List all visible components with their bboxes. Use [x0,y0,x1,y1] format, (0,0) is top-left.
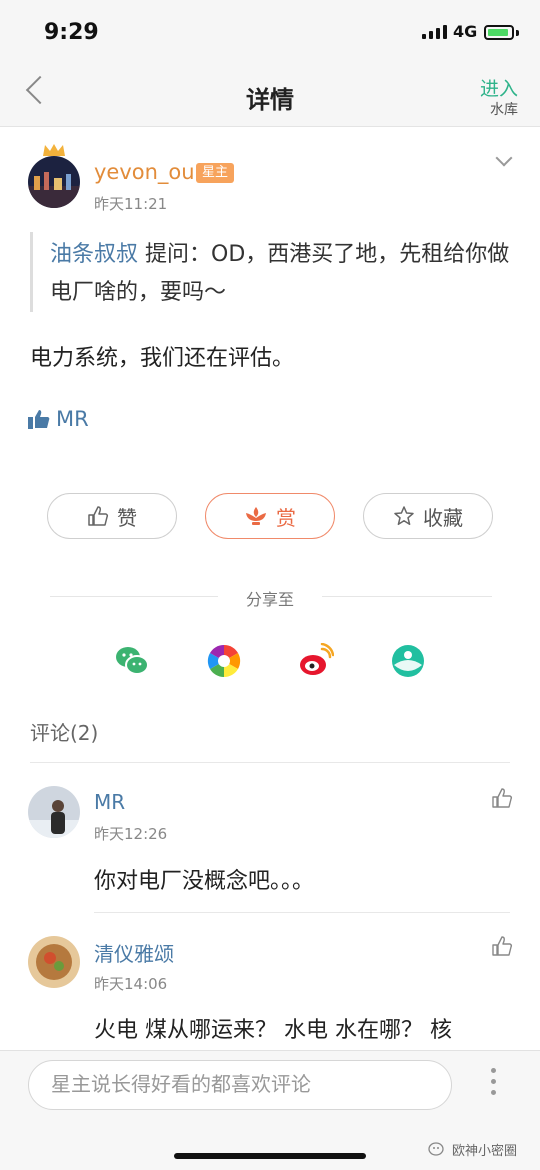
crown-icon [43,144,65,156]
battery-icon [484,25,514,40]
comment-text: 火电 煤从哪运来？ 水电 水在哪？ 核 [94,1018,452,1043]
comment-author[interactable]: 清仪雅颂 [94,938,174,967]
liked-by-row: MR [28,407,89,431]
weibo-icon[interactable] [298,643,334,679]
wechat-icon[interactable] [114,643,150,679]
share-label: 分享至 [245,590,294,609]
author-name[interactable]: yevon_ou [94,160,195,184]
comment-time: 昨天12:26 [94,825,168,843]
share-divider-right [322,596,492,597]
thumbs-up-filled-icon [28,410,50,429]
wechat-official-icon [428,1141,444,1156]
comment-time: 昨天14:06 [94,975,168,993]
network-type: 4G [453,22,478,41]
comment-like-icon[interactable] [491,935,513,957]
comment-input[interactable]: 星主说长得好看的都喜欢评论 [28,1060,452,1110]
page-title: 详情 [246,86,294,114]
signal-icon [422,25,447,39]
comment-text: 你对电厂没概念吧。。。 [94,869,315,894]
reward-label: 赏 [276,505,296,530]
liked-by-name[interactable]: MR [56,407,89,431]
reward-icon [246,507,266,525]
thumbs-up-icon [88,506,109,526]
question-asker[interactable]: 油条叔叔 [50,242,138,267]
comments-title: 评论(2) [30,721,99,745]
home-indicator[interactable] [174,1153,366,1159]
enter-button[interactable]: 进入 [480,74,518,101]
watermark-text: 欧神小密圈 [452,1144,518,1159]
collect-label: 收藏 [423,505,463,530]
enter-subtitle[interactable]: 水库 [490,99,518,119]
like-button[interactable]: 赞 [47,493,177,539]
collect-button[interactable]: 收藏 [363,493,493,539]
star-icon [394,506,414,526]
commenter-avatar[interactable] [28,786,80,838]
like-label: 赞 [117,505,137,530]
watermark: 欧神小密圈 [428,1140,517,1159]
moments-icon[interactable] [206,643,242,679]
nav-bar: 详情 进入 水库 [0,62,540,127]
answer-text: 电力系统，我们还在评估。 [30,346,295,371]
quote-bar [30,232,33,312]
qzone-icon[interactable] [390,643,426,679]
chevron-down-icon[interactable] [495,149,513,167]
more-options-icon[interactable] [487,1068,499,1095]
battery-tip [516,30,519,36]
comment-divider [94,912,510,913]
comments-divider [30,762,510,763]
comment-author[interactable]: MR [94,790,125,814]
owner-badge: 星主 [196,163,235,183]
author-avatar[interactable] [28,156,80,208]
reward-button[interactable]: 赏 [205,493,335,539]
comment-like-icon[interactable] [491,787,513,809]
post-time: 昨天11:21 [94,195,168,213]
question-quote: 油条叔叔 提问：OD，西港买了地，先租给你做电厂啥的，要吗～ [50,236,510,312]
commenter-avatar[interactable] [28,936,80,988]
status-time: 9:29 [44,20,99,45]
